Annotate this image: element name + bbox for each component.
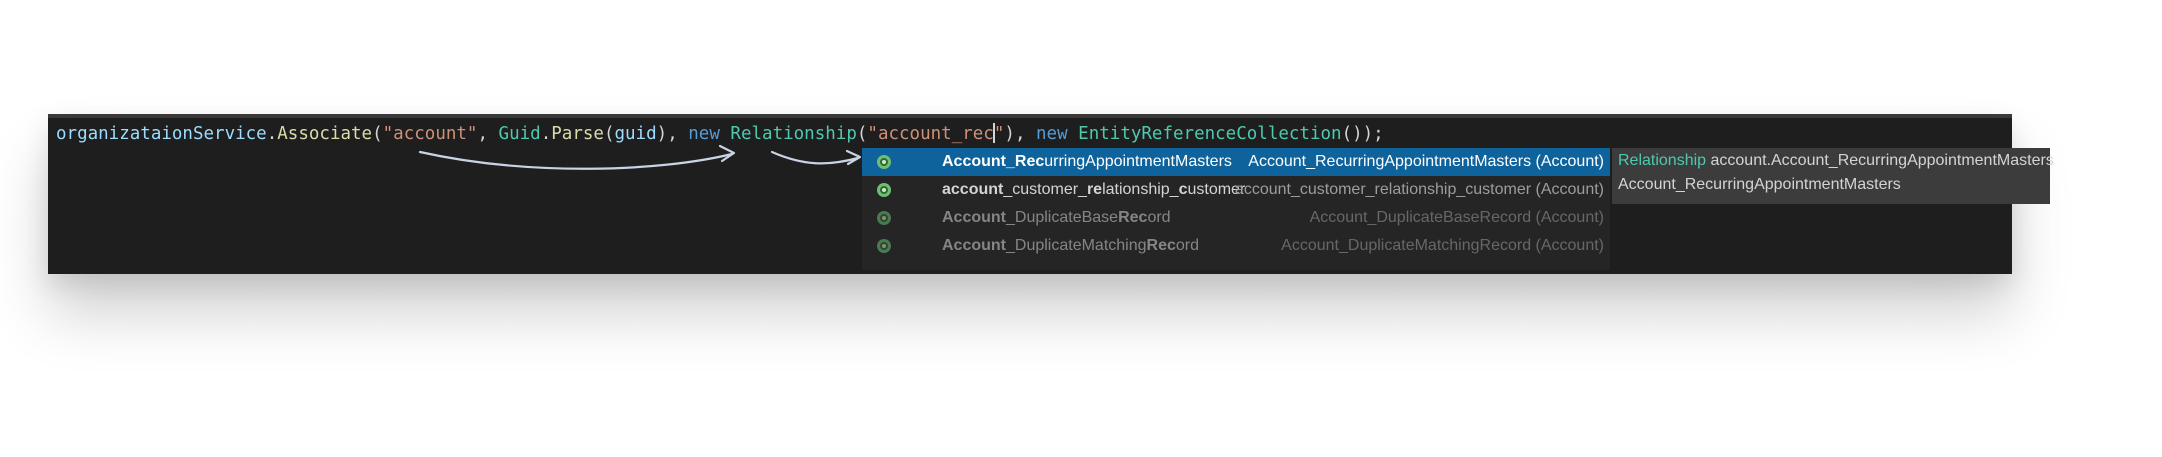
completion-item[interactable]: account_customer_relationship_customer ac… (862, 176, 1610, 204)
label-match-highlight: Rec (1118, 209, 1148, 226)
relationship-icon (877, 211, 891, 225)
code-method-associate: Associate (277, 124, 373, 144)
code-string-closing-quote: " (993, 124, 1005, 144)
code-comma: , (1014, 124, 1037, 144)
completion-item-label: account_customer_relationship_customer (942, 176, 1245, 204)
detail-type-word: Relationship (1618, 152, 1707, 169)
label-match-highlight: Account (942, 209, 1006, 226)
completion-item-label: Account_RecurringAppointmentMasters (942, 148, 1232, 176)
code-tail: ()); (1341, 124, 1384, 144)
code-method-parse: Parse (551, 124, 604, 144)
label-text: ord (1175, 237, 1200, 254)
completion-item[interactable]: Account_DuplicateMatchingRecord Account_D… (862, 232, 1610, 260)
arrowhead-icon (845, 149, 862, 166)
completion-item[interactable]: Account_DuplicateBaseRecord Account_Dupli… (862, 204, 1610, 232)
arrow-right-icon (418, 150, 734, 170)
label-match-highlight: Rec (1146, 237, 1176, 254)
code-paren: ) (1004, 124, 1015, 144)
detail-summary: Account_RecurringAppointmentMasters (1618, 176, 1901, 193)
detail-signature: Relationship account.Account_RecurringAp… (1618, 152, 2054, 170)
relationship-icon (877, 239, 891, 253)
intellisense-popup: Account_RecurringAppointmentMasters Accou… (862, 148, 2054, 270)
code-keyword-new: new (688, 124, 720, 144)
label-text: lationship_ (1102, 181, 1179, 198)
code-string-account: "account" (382, 124, 478, 144)
label-match-highlight: Account_Rec (942, 153, 1045, 170)
code-type-entity-reference-collection: EntityReferenceCollection (1078, 124, 1342, 144)
completion-item-description: Account_RecurringAppointmentMasters (Acc… (1248, 153, 1604, 170)
completion-item-description: Account_DuplicateMatchingRecord (Account… (1281, 237, 1604, 254)
relationship-icon (877, 183, 891, 197)
label-text: _DuplicateMatching (1006, 237, 1147, 254)
code-paren: ) (656, 124, 668, 144)
completion-list: Account_RecurringAppointmentMasters Accou… (862, 148, 1610, 270)
detail-signature-text: account.Account_RecurringAppointmentMast… (1706, 152, 2054, 169)
label-text: urringAppointmentMasters (1044, 153, 1232, 170)
label-match-highlight: account (942, 181, 1004, 198)
label-match-highlight: Account (942, 237, 1006, 254)
code-string-typed: "account_rec (867, 124, 994, 144)
code-comma: , (667, 124, 689, 144)
screenshot-stage: organizataionService.Associate("account"… (0, 0, 2162, 457)
completion-item-label: Account_DuplicateBaseRecord (942, 204, 1171, 232)
code-paren: ( (372, 124, 383, 144)
code-paren: ( (856, 124, 868, 144)
completion-item-label: Account_DuplicateMatchingRecord (942, 232, 1199, 260)
arrowhead-icon (718, 144, 736, 163)
code-receiver: organizataionService (56, 124, 267, 144)
completion-item-description: account_customer_relationship_customer (… (1234, 181, 1604, 198)
code-editor[interactable]: organizataionService.Associate("account"… (48, 114, 2054, 274)
code-arg-guid: guid (614, 124, 657, 144)
completion-detail-tooltip: Relationship account.Account_RecurringAp… (1612, 148, 2054, 204)
code-type-guid: Guid (498, 124, 541, 144)
editor-top-border (48, 114, 2012, 118)
code-line[interactable]: organizataionService.Associate("account"… (56, 120, 1384, 148)
completion-item[interactable]: Account_RecurringAppointmentMasters Accou… (862, 148, 1610, 176)
code-comma: , (477, 124, 499, 144)
label-match-highlight: re (1086, 181, 1103, 198)
code-dot: . (266, 124, 278, 144)
label-text: _DuplicateBase (1006, 209, 1119, 226)
arrow-right-icon (770, 150, 860, 165)
label-text: ord (1147, 209, 1171, 226)
label-text: _customer_ (1003, 181, 1087, 198)
code-dot: . (540, 124, 552, 144)
code-paren: ( (603, 124, 615, 144)
completion-item-description: Account_DuplicateBaseRecord (Account) (1309, 209, 1604, 226)
relationship-icon (877, 155, 891, 169)
code-type-relationship: Relationship (730, 124, 857, 144)
code-keyword-new: new (1036, 124, 1068, 144)
